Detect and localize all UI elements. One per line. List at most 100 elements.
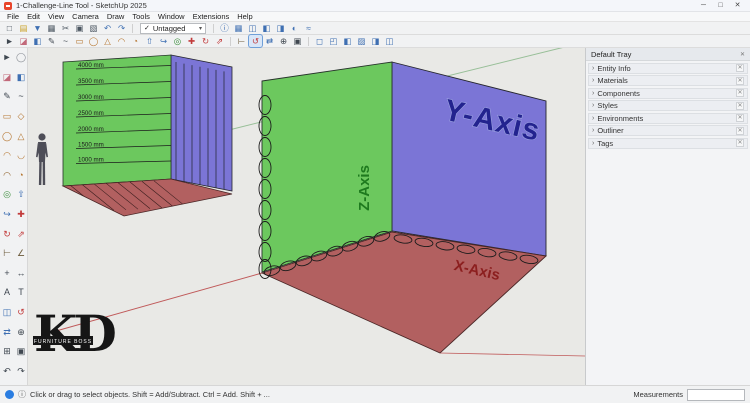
chevron-right-icon[interactable]: › xyxy=(592,77,594,84)
tape-measure-icon[interactable]: ⊢ xyxy=(0,244,14,264)
model-viewport[interactable]: 4000 mm 3500 mm 3000 mm 2500 mm 2000 mm … xyxy=(28,48,585,385)
select-tool-icon[interactable]: ► xyxy=(3,35,16,47)
axes-tool-icon[interactable]: + xyxy=(0,264,14,284)
menu-item[interactable]: Camera xyxy=(68,12,103,21)
measurements-input[interactable] xyxy=(687,388,745,401)
paint-bucket-icon[interactable]: ◧ xyxy=(31,35,44,47)
push-pull-tool-icon[interactable]: ⇧ xyxy=(14,185,28,205)
save-icon[interactable]: ▼ xyxy=(31,22,44,34)
menu-item[interactable]: Edit xyxy=(23,12,44,21)
tray-section-close-button[interactable]: ✕ xyxy=(736,101,744,110)
two-point-arc-icon[interactable]: ◡ xyxy=(14,146,28,166)
zoom-tool-icon[interactable]: ⊕ xyxy=(277,35,290,47)
follow-me-tool-icon[interactable]: ↪ xyxy=(157,35,170,47)
push-pull-tool-icon[interactable]: ⇧ xyxy=(143,35,156,47)
polygon-tool-icon[interactable]: △ xyxy=(14,126,28,146)
shaded-style-icon[interactable]: ◧ xyxy=(341,35,354,47)
redo-icon[interactable]: ↷ xyxy=(115,22,128,34)
text-tool-icon[interactable]: A xyxy=(0,283,14,303)
freehand-tool-icon[interactable]: ~ xyxy=(59,35,72,47)
viewport-canvas[interactable]: 4000 mm 3500 mm 3000 mm 2500 mm 2000 mm … xyxy=(28,48,585,385)
select-tool-icon[interactable]: ► xyxy=(0,48,14,68)
paste-icon[interactable]: ▧ xyxy=(87,22,100,34)
move-tool-icon[interactable]: ✚ xyxy=(14,205,28,225)
tray-section-close-button[interactable]: ✕ xyxy=(736,139,744,147)
circle-tool-icon[interactable]: ◯ xyxy=(87,35,100,47)
scale-tool-icon[interactable]: ⇗ xyxy=(14,224,28,244)
tray-section[interactable]: › Outliner ✕ xyxy=(588,125,748,136)
copy-icon[interactable]: ▣ xyxy=(73,22,86,34)
rotated-rectangle-icon[interactable]: ◇ xyxy=(14,107,28,127)
offset-tool-icon[interactable]: ◎ xyxy=(0,185,14,205)
cut-icon[interactable]: ✂ xyxy=(59,22,72,34)
tray-close-button[interactable]: ✕ xyxy=(740,51,745,58)
tray-section[interactable]: › Materials ✕ xyxy=(588,75,748,86)
polygon-tool-icon[interactable]: △ xyxy=(101,35,114,47)
pie-tool-icon[interactable]: ◔ xyxy=(129,35,142,47)
left-blue-wall[interactable] xyxy=(170,54,233,192)
chevron-right-icon[interactable]: › xyxy=(592,140,594,147)
lasso-select-icon[interactable]: ◯ xyxy=(14,48,28,68)
dimension-tool-icon[interactable]: ↔ xyxy=(14,264,28,284)
tray-section[interactable]: › Entity Info ✕ xyxy=(588,62,748,74)
zoom-tool-icon[interactable]: ⊕ xyxy=(14,322,28,342)
chevron-right-icon[interactable]: › xyxy=(592,65,594,72)
rotate-tool-icon[interactable]: ↻ xyxy=(199,35,212,47)
z-axis-label[interactable]: Z-Axis xyxy=(356,165,373,211)
rectangle-tool-icon[interactable]: ▭ xyxy=(0,107,14,127)
tray-section-close-button[interactable]: ✕ xyxy=(736,89,744,97)
geolocation-icon[interactable] xyxy=(5,390,14,399)
minimize-button[interactable]: ─ xyxy=(695,0,712,11)
chevron-right-icon[interactable]: › xyxy=(592,90,594,97)
components-panel-icon[interactable]: ◫ xyxy=(246,22,259,34)
zoom-window-icon[interactable]: ⊞ xyxy=(0,342,14,362)
freehand-tool-icon[interactable]: ~ xyxy=(14,87,28,107)
print-icon[interactable]: ▦ xyxy=(45,22,58,34)
tray-header[interactable]: Default Tray ✕ xyxy=(586,48,750,61)
materials-panel-icon[interactable]: ◧ xyxy=(260,22,273,34)
chevron-right-icon[interactable]: › xyxy=(592,102,594,109)
arc-tool-icon[interactable]: ◠ xyxy=(115,35,128,47)
entity-info-icon[interactable]: ⓘ xyxy=(218,22,231,34)
line-tool-icon[interactable]: ✎ xyxy=(45,35,58,47)
rotate-tool-icon[interactable]: ↻ xyxy=(0,224,14,244)
undo-icon[interactable]: ↶ xyxy=(101,22,114,34)
orbit-tool-icon[interactable]: ↺ xyxy=(14,303,28,323)
dimension-labels[interactable]: 4000 mm 3500 mm 3000 mm 2500 mm 2000 mm … xyxy=(78,62,104,164)
pan-tool-icon[interactable]: ⇄ xyxy=(263,35,276,47)
menu-item[interactable]: Draw xyxy=(103,12,129,21)
previous-view-icon[interactable]: ↶ xyxy=(0,362,14,382)
shaded-textures-style-icon[interactable]: ▨ xyxy=(355,35,368,47)
move-tool-icon[interactable]: ✚ xyxy=(185,35,198,47)
scale-tool-icon[interactable]: ⇗ xyxy=(213,35,226,47)
pan-tool-icon[interactable]: ⇄ xyxy=(0,322,14,342)
circle-tool-icon[interactable]: ◯ xyxy=(0,126,14,146)
wireframe-style-icon[interactable]: ◻ xyxy=(313,35,326,47)
maximize-button[interactable]: □ xyxy=(712,0,729,11)
chevron-right-icon[interactable]: › xyxy=(592,115,594,122)
hidden-line-style-icon[interactable]: ◰ xyxy=(327,35,340,47)
styles-panel-icon[interactable]: ◨ xyxy=(274,22,287,34)
protractor-tool-icon[interactable]: ∠ xyxy=(14,244,28,264)
open-file-icon[interactable]: ▤ xyxy=(17,22,30,34)
active-tag-dropdown[interactable]: ✓ Untagged ▾ xyxy=(140,22,206,34)
tray-section[interactable]: › Environments ✕ xyxy=(588,112,748,124)
rectangle-tool-icon[interactable]: ▭ xyxy=(73,35,86,47)
three-point-arc-icon[interactable]: ◠ xyxy=(0,166,14,186)
shadows-icon[interactable]: ◐ xyxy=(288,22,301,34)
line-tool-icon[interactable]: ✎ xyxy=(0,87,14,107)
model-info-icon[interactable]: ▦ xyxy=(232,22,245,34)
close-button[interactable]: ✕ xyxy=(729,0,746,11)
tray-section-close-button[interactable]: ✕ xyxy=(736,126,744,135)
menu-item[interactable]: Help xyxy=(233,12,256,21)
new-file-icon[interactable]: □ xyxy=(3,22,16,34)
zoom-extents-icon[interactable]: ▣ xyxy=(14,342,28,362)
offset-tool-icon[interactable]: ◎ xyxy=(171,35,184,47)
tray-section-close-button[interactable]: ✕ xyxy=(736,76,744,85)
tape-measure-icon[interactable]: ⊢ xyxy=(235,35,248,47)
left-green-wall[interactable] xyxy=(62,54,172,187)
x-ray-style-icon[interactable]: ◫ xyxy=(383,35,396,47)
fog-icon[interactable]: ≈ xyxy=(302,22,315,34)
section-plane-icon[interactable]: ◫ xyxy=(0,303,14,323)
eraser-tool-icon[interactable]: ◪ xyxy=(0,68,14,88)
